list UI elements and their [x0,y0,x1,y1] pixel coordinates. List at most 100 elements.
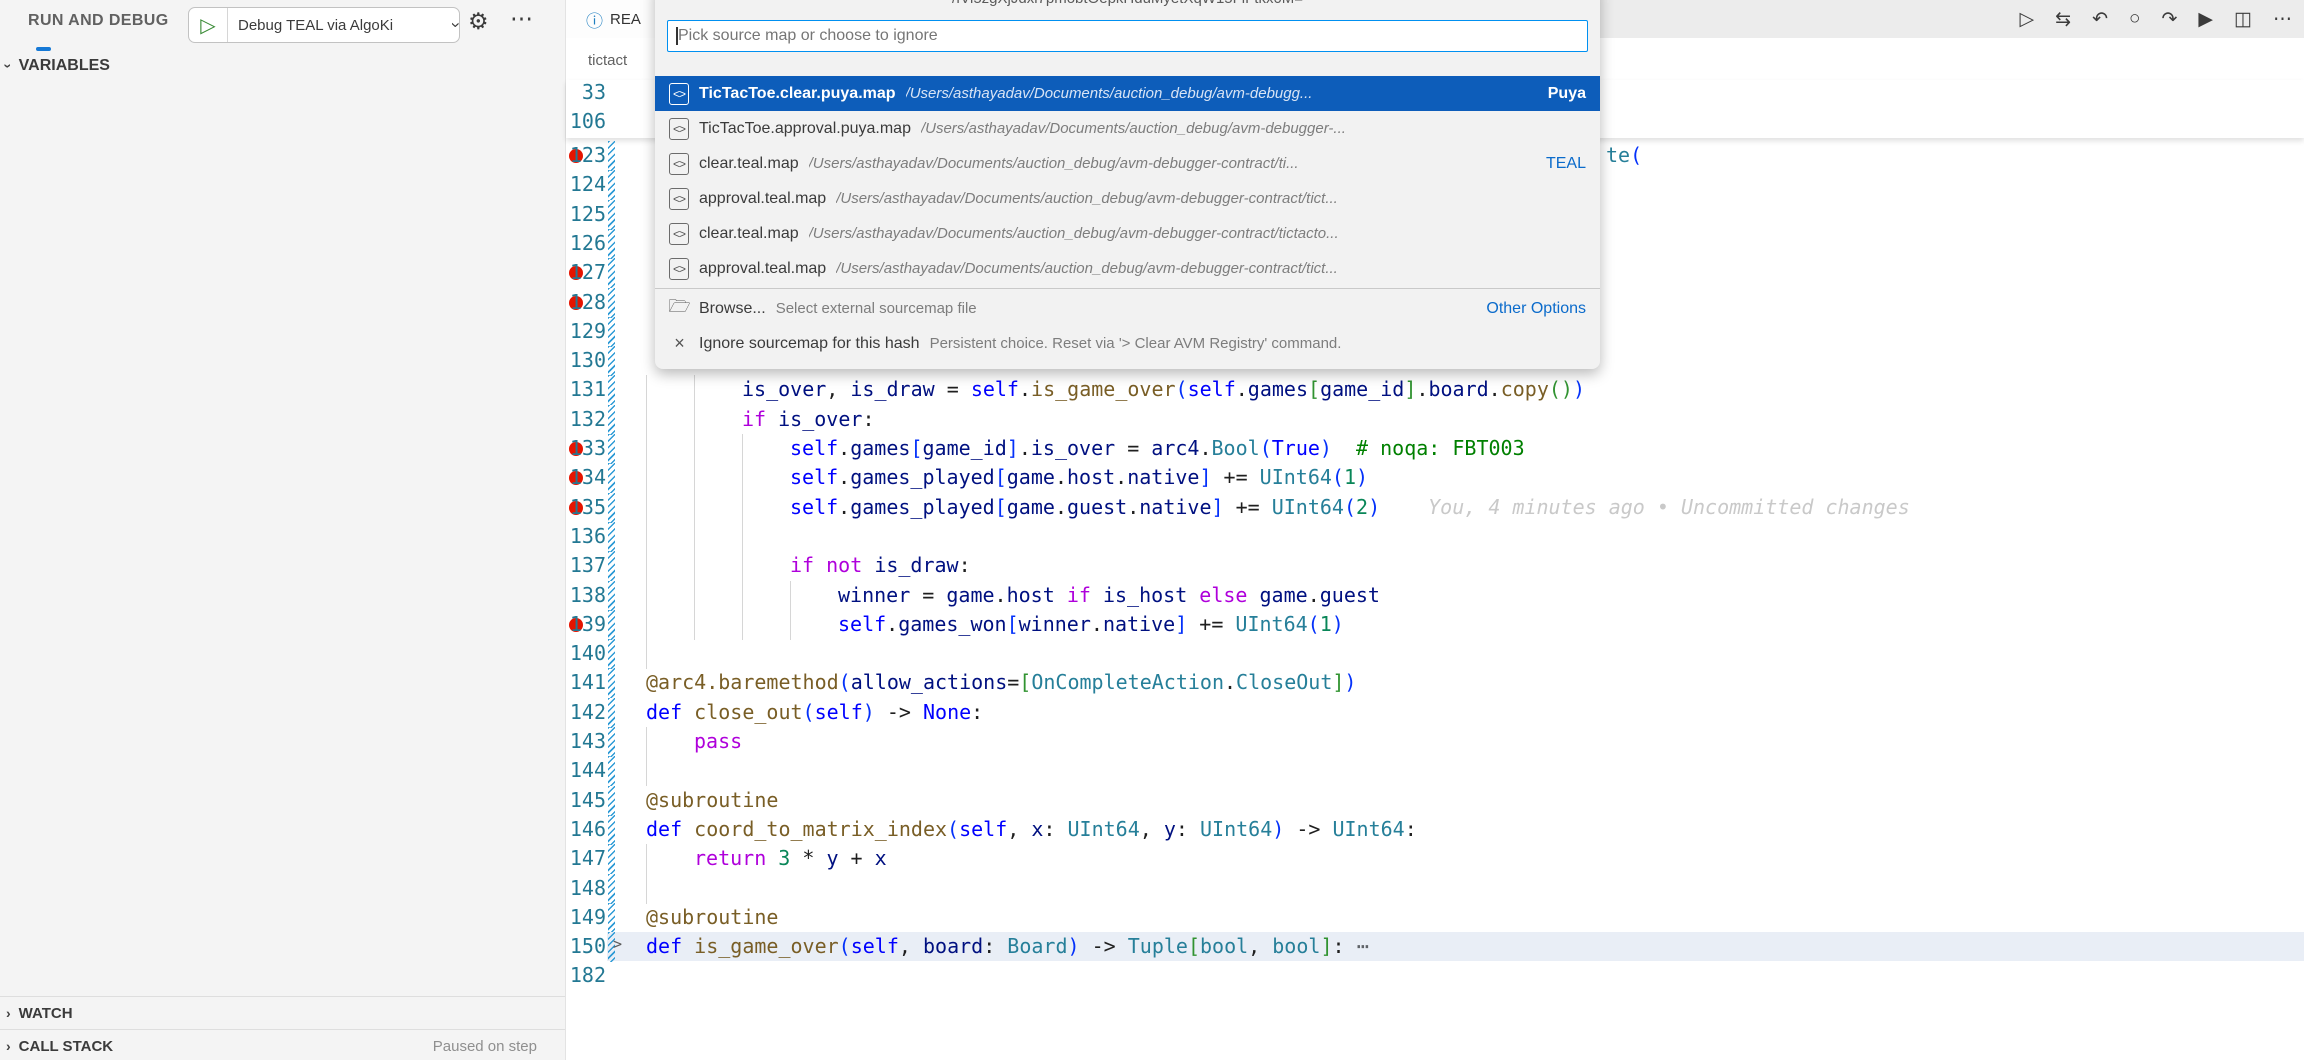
code-token: board [923,934,983,958]
record-icon[interactable]: ○ [2129,8,2140,30]
quickpick-item[interactable]: 🗁Browse...Select external sourcemap file… [655,291,1600,326]
line-number[interactable]: 123 [566,143,606,167]
code-token: self [959,817,1007,841]
code-line[interactable]: 146def coord_to_matrix_index(self, x: UI… [566,815,2304,845]
item-path: /Users/asthayadav/Documents/auction_debu… [809,225,1339,242]
line-number[interactable]: 130 [566,348,606,372]
line-number[interactable]: 125 [566,202,606,226]
more-actions-icon[interactable]: ⋯ [510,5,535,32]
line-number[interactable]: 144 [566,758,606,782]
split-editor-icon[interactable]: ◫ [2234,8,2252,31]
code-line[interactable]: 141@arc4.baremethod(allow_actions=[OnCom… [566,668,2304,698]
code-token: UInt64 [1235,612,1307,636]
code-token: Tuple [1128,934,1188,958]
line-number[interactable]: 136 [566,524,606,548]
line-number[interactable]: 182 [566,963,606,987]
quickpick-item[interactable]: <>clear.teal.map/Users/asthayadav/Docume… [655,216,1600,251]
line-number[interactable]: 137 [566,553,606,577]
line-number[interactable]: 133 [566,436,606,460]
compare-icon[interactable]: ⇆ [2055,8,2071,31]
code-token: if [790,553,814,577]
quickpick-item[interactable]: <>approval.teal.map/Users/asthayadav/Doc… [655,251,1600,286]
step-forward-icon[interactable]: ↷ [2162,8,2178,31]
line-number[interactable]: 126 [566,231,606,255]
line-number[interactable]: 143 [566,729,606,753]
line-number[interactable]: 147 [566,846,606,870]
code-token: ] [1199,465,1211,489]
code-line[interactable]: 134self.games_played[game.host.native] +… [566,463,2304,493]
start-debugging-icon[interactable]: ▷ [189,8,228,42]
modified-line-indicator [608,258,615,288]
code-line[interactable]: 144 [566,756,2304,786]
code-line[interactable]: 135self.games_played[game.guest.native] … [566,493,2304,523]
line-number[interactable]: 134 [566,465,606,489]
line-number[interactable]: 149 [566,905,606,929]
quickpick-item[interactable]: <>TicTacToe.approval.puya.map/Users/asth… [655,111,1600,146]
line-number[interactable]: 138 [566,583,606,607]
code-line[interactable]: 138winner = game.host if is_host else ga… [566,581,2304,611]
variables-section-header[interactable]: › VARIABLES [0,50,565,82]
code-token: : [862,407,874,431]
quickpick-item[interactable]: ×Ignore sourcemap for this hashPersisten… [655,326,1600,361]
line-number[interactable]: 140 [566,641,606,665]
code-token: ⋯ [1345,934,1369,958]
line-number[interactable]: 146 [566,817,606,841]
run-icon[interactable]: ▷ [2020,8,2035,31]
line-number[interactable]: 128 [566,290,606,314]
code-line[interactable]: 142 def close_out(self) -> None: [566,698,2304,728]
code-token [862,553,874,577]
call-stack-section-header[interactable]: › CALL STACK Paused on step [0,1029,565,1060]
code-line[interactable]: 150>def is_game_over(self, board: Board)… [566,932,2304,962]
line-number[interactable]: 127 [566,260,606,284]
line-number[interactable]: 150 [566,934,606,958]
line-number[interactable]: 139 [566,612,606,636]
code-line[interactable]: 139self.games_won[winner.native] += UInt… [566,610,2304,640]
line-number[interactable]: 135 [566,495,606,519]
code-token [682,934,694,958]
quickpick-item[interactable]: <>approval.teal.map/Users/asthayadav/Doc… [655,181,1600,216]
line-number[interactable]: 124 [566,172,606,196]
code-line[interactable]: 147return 3 * y + x [566,844,2304,874]
line-number[interactable]: 141 [566,670,606,694]
run-circle-icon[interactable]: ▶ [2198,8,2213,31]
code-token [1247,583,1259,607]
more-actions-icon[interactable]: ⋯ [2273,8,2292,31]
line-number[interactable]: 129 [566,319,606,343]
code-line[interactable]: 182 [566,961,2304,991]
code-line[interactable]: 140 [566,639,2304,669]
code-line[interactable]: 132if is_over: [566,405,2304,435]
debug-config-dropdown[interactable]: ▷ Debug TEAL via AlgoKi › [188,7,460,43]
watch-section-header[interactable]: › WATCH [0,996,565,1029]
code-token: te [1606,143,1630,167]
fold-chevron-icon[interactable]: > [613,935,622,953]
line-number[interactable]: 145 [566,788,606,812]
line-number[interactable]: 132 [566,407,606,431]
code-line[interactable]: 148 [566,874,2304,904]
code-text: pass [694,729,742,753]
code-line[interactable]: 136 [566,522,2304,552]
code-text: def close_out(self) -> None: [646,700,983,724]
code-token: UInt64 [1332,817,1404,841]
quickpick-item[interactable]: <>clear.teal.map/Users/asthayadav/Docume… [655,146,1600,181]
code-line[interactable]: 137if not is_draw: [566,551,2304,581]
indent-guide [694,463,695,493]
code-line[interactable]: 133self.games[game_id].is_over = arc4.Bo… [566,434,2304,464]
file-code-icon: <> [669,153,689,175]
breadcrumb[interactable]: tictact [588,52,627,69]
gear-icon[interactable]: ⚙ [468,8,489,35]
quickpick-item[interactable]: <>TicTacToe.clear.puya.map/Users/asthaya… [655,76,1600,111]
code-token: ( [839,934,851,958]
code-text: @subroutine [646,788,778,812]
code-line[interactable]: 149@subroutine [566,903,2304,933]
code-token: game [1007,465,1055,489]
line-number[interactable]: 148 [566,876,606,900]
code-line[interactable]: 145 @subroutine [566,786,2304,816]
code-line[interactable]: 131is_over, is_draw = self.is_game_over(… [566,375,2304,405]
modified-line-indicator [608,698,615,728]
line-number[interactable]: 131 [566,377,606,401]
code-token: Bool [1212,436,1260,460]
code-line[interactable]: 143 pass [566,727,2304,757]
step-back-icon[interactable]: ↶ [2092,8,2108,31]
quickpick-input[interactable] [667,20,1588,52]
line-number[interactable]: 142 [566,700,606,724]
